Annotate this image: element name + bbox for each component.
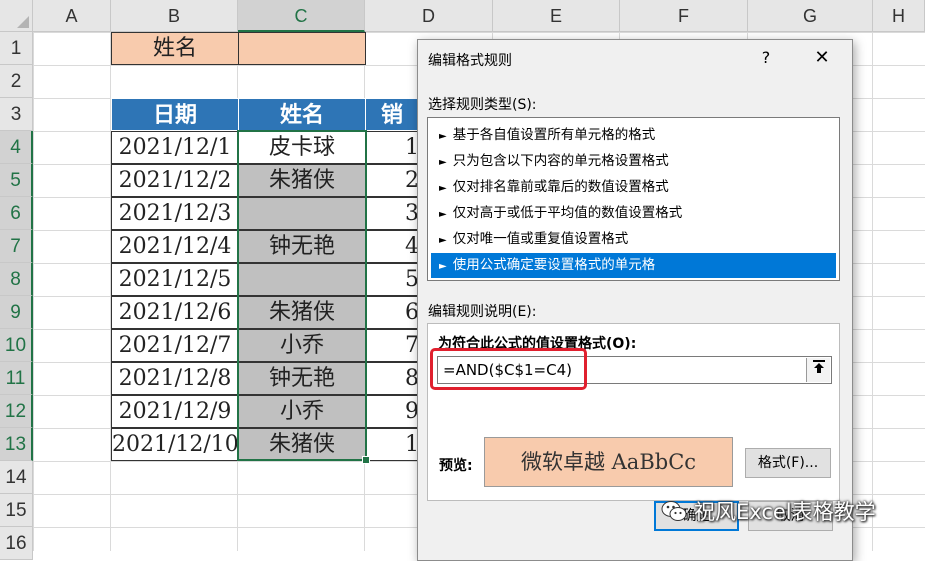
row-header-11[interactable]: 11	[0, 362, 33, 395]
rule-type-item[interactable]: ► 基于各自值设置所有单元格的格式	[431, 123, 836, 148]
table-cell-sales[interactable]: 6	[365, 296, 419, 329]
table-cell-date[interactable]: 2021/12/4	[111, 230, 239, 263]
table-header-cell[interactable]: 日期	[111, 98, 239, 131]
table-cell-name[interactable]: 小乔	[238, 329, 366, 362]
column-header-b[interactable]: B	[111, 0, 238, 32]
row-header-14[interactable]: 14	[0, 461, 33, 494]
row-header-5[interactable]: 5	[0, 164, 33, 197]
format-preview: 微软卓越 AaBbCc	[484, 437, 733, 487]
rule-type-label: 仅对排名靠前或靠后的数值设置格式	[452, 179, 669, 195]
table-cell-date[interactable]: 2021/12/1	[111, 131, 239, 164]
edit-format-rule-dialog: 编辑格式规则 ? ✕ 选择规则类型(S): ► 基于各自值设置所有单元格的格式 ► 只…	[417, 39, 853, 561]
rule-type-item[interactable]: ► 使用公式确定要设置格式的单元格	[431, 253, 836, 278]
table-cell-date[interactable]: 2021/12/3	[111, 197, 239, 230]
column-header-h[interactable]: H	[873, 0, 925, 32]
wechat-logo-icon	[661, 501, 687, 521]
table-cell-name[interactable]: 皮卡球	[238, 131, 366, 164]
table-cell-date[interactable]: 2021/12/5	[111, 263, 239, 296]
upload-arrow-icon	[812, 360, 825, 373]
watermark: 祝风Excel表格教学	[660, 494, 876, 528]
row-header-12[interactable]: 12	[0, 395, 33, 428]
row-header-8[interactable]: 8	[0, 263, 33, 296]
row-header-1[interactable]: 1	[0, 32, 33, 65]
edit-rule-description-label: 编辑规则说明(E):	[428, 304, 537, 320]
rule-type-label: 使用公式确定要设置格式的单元格	[452, 257, 656, 273]
rule-type-item[interactable]: ► 仅对高于或低于平均值的数值设置格式	[431, 201, 836, 226]
triangle-bullet-icon: ►	[439, 261, 447, 272]
row-header-16[interactable]: 16	[0, 527, 33, 560]
table-cell-date[interactable]: 2021/12/7	[111, 329, 239, 362]
select-rule-type-label: 选择规则类型(S):	[428, 97, 537, 113]
rule-type-item[interactable]: ► 只为包含以下内容的单元格设置格式	[431, 149, 836, 174]
column-header-g[interactable]: G	[748, 0, 873, 32]
fill-handle[interactable]	[362, 456, 370, 464]
watermark-text: 祝风Excel表格教学	[694, 500, 876, 524]
column-header-a[interactable]: A	[33, 0, 111, 32]
cell-b1-name-label[interactable]: 姓名	[111, 32, 239, 65]
column-header-f[interactable]: F	[620, 0, 748, 32]
table-cell-date[interactable]: 2021/12/9	[111, 395, 239, 428]
table-cell-date[interactable]: 2021/12/6	[111, 296, 239, 329]
close-button[interactable]: ✕	[810, 46, 834, 70]
table-cell-name[interactable]: 朱猪侠	[238, 296, 366, 329]
table-cell-name[interactable]	[238, 263, 366, 296]
table-cell-date[interactable]: 2021/12/10	[111, 428, 239, 461]
table-cell-name[interactable]: 钟无艳	[238, 230, 366, 263]
rule-type-item[interactable]: ► 仅对排名靠前或靠后的数值设置格式	[431, 175, 836, 200]
row-header-4[interactable]: 4	[0, 131, 33, 164]
table-cell-name[interactable]	[238, 197, 366, 230]
table-cell-sales[interactable]: 8	[365, 362, 419, 395]
select-all-corner[interactable]	[0, 0, 33, 32]
rule-type-item[interactable]: ► 仅对唯一值或重复值设置格式	[431, 227, 836, 252]
row-header-2[interactable]: 2	[0, 65, 33, 98]
table-cell-name[interactable]: 小乔	[238, 395, 366, 428]
cell-c1-name-input[interactable]	[238, 32, 366, 65]
rule-type-label: 基于各自值设置所有单元格的格式	[452, 127, 656, 143]
triangle-bullet-icon: ►	[439, 131, 447, 142]
dialog-title: 编辑格式规则	[428, 53, 512, 69]
row-header-3[interactable]: 3	[0, 98, 33, 131]
row-header-15[interactable]: 15	[0, 494, 33, 527]
rule-type-label: 仅对唯一值或重复值设置格式	[452, 231, 629, 247]
row-header-7[interactable]: 7	[0, 230, 33, 263]
table-header-cell[interactable]: 姓名	[238, 98, 366, 131]
table-cell-sales[interactable]: 7	[365, 329, 419, 362]
table-cell-name[interactable]: 钟无艳	[238, 362, 366, 395]
formula-input[interactable]: =AND($C$1=C4)	[437, 356, 832, 384]
rule-type-label: 仅对高于或低于平均值的数值设置格式	[452, 205, 683, 221]
table-cell-sales[interactable]: 4	[365, 230, 419, 263]
table-cell-date[interactable]: 2021/12/8	[111, 362, 239, 395]
column-header-d[interactable]: D	[365, 0, 493, 32]
table-header-cell[interactable]: 销	[365, 98, 419, 131]
grid-vline	[872, 32, 873, 551]
collapse-dialog-button[interactable]	[806, 358, 830, 382]
column-header-c[interactable]: C	[238, 0, 365, 32]
triangle-bullet-icon: ►	[439, 209, 447, 220]
preview-label: 预览:	[439, 458, 473, 474]
table-cell-sales[interactable]: 5	[365, 263, 419, 296]
triangle-bullet-icon: ►	[439, 183, 447, 194]
row-header-13[interactable]: 13	[0, 428, 33, 461]
formula-label: 为符合此公式的值设置格式(O):	[438, 336, 637, 352]
help-button[interactable]: ?	[754, 46, 778, 70]
rule-description-panel: 为符合此公式的值设置格式(O): =AND($C$1=C4) 预览: 微软卓越 …	[427, 323, 840, 501]
row-header-9[interactable]: 9	[0, 296, 33, 329]
row-header-10[interactable]: 10	[0, 329, 33, 362]
table-cell-name[interactable]: 朱猪侠	[238, 428, 366, 461]
table-cell-date[interactable]: 2021/12/2	[111, 164, 239, 197]
format-button[interactable]: 格式(F)...	[745, 448, 831, 478]
table-cell-sales[interactable]: 1	[365, 131, 419, 164]
column-header-e[interactable]: E	[493, 0, 620, 32]
rule-type-label: 只为包含以下内容的单元格设置格式	[452, 153, 669, 169]
select-all-triangle-icon	[17, 16, 29, 28]
triangle-bullet-icon: ►	[439, 157, 447, 168]
table-cell-sales[interactable]: 2	[365, 164, 419, 197]
triangle-bullet-icon: ►	[439, 235, 447, 246]
rule-type-list[interactable]: ► 基于各自值设置所有单元格的格式 ► 只为包含以下内容的单元格设置格式 ► 仅对排名靠前…	[427, 117, 840, 281]
row-header-6[interactable]: 6	[0, 197, 33, 230]
table-cell-sales[interactable]: 1	[365, 428, 419, 461]
table-cell-sales[interactable]: 3	[365, 197, 419, 230]
table-cell-name[interactable]: 朱猪侠	[238, 164, 366, 197]
table-cell-sales[interactable]: 9	[365, 395, 419, 428]
